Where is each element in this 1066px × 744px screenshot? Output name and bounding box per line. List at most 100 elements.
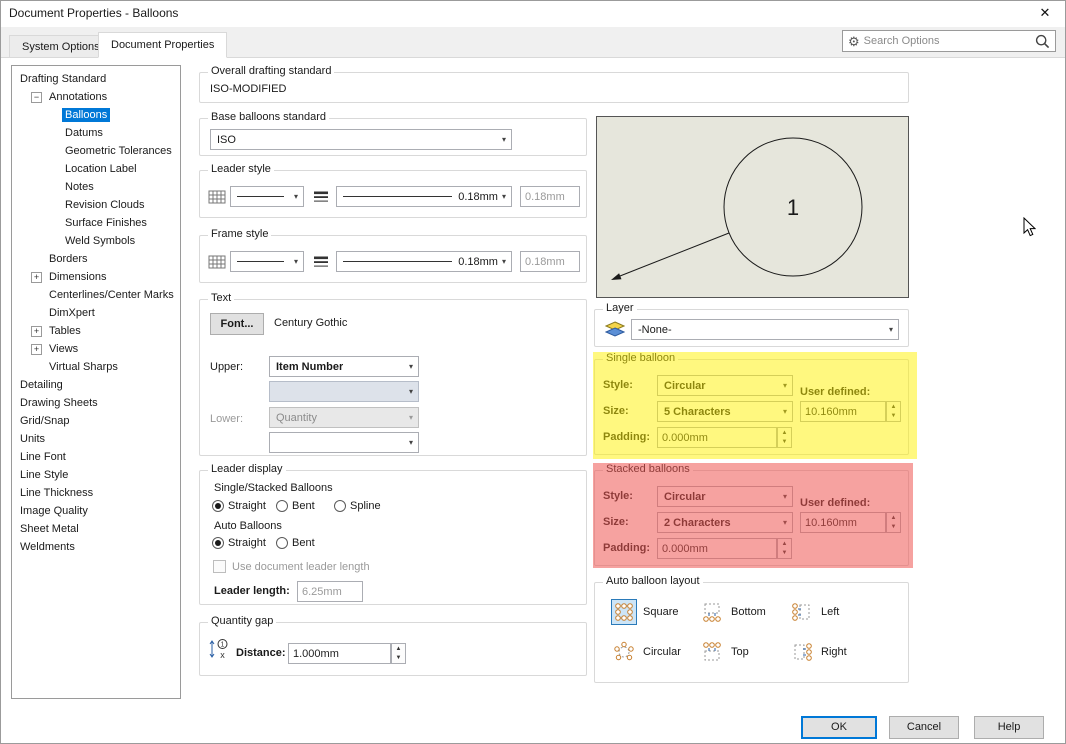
tree-item-line-style[interactable]: Line Style: [12, 466, 180, 484]
style-label: Style:: [603, 379, 633, 391]
tree-label: Tables: [46, 324, 84, 338]
tree-item-line-thickness[interactable]: Line Thickness: [12, 484, 180, 502]
tree-item-annotations[interactable]: −Annotations: [12, 88, 180, 106]
tab-document-properties[interactable]: Document Properties: [98, 32, 227, 58]
stacked-style-select[interactable]: Circular ▾: [657, 486, 793, 507]
search-input[interactable]: [864, 35, 1031, 47]
auto-layout-square-button[interactable]: Square: [611, 599, 678, 625]
single-bent-radio[interactable]: Bent: [276, 500, 315, 512]
single-spline-radio[interactable]: Spline: [334, 500, 381, 512]
tree-item-location-label[interactable]: Location Label: [12, 160, 180, 178]
distance-input[interactable]: [288, 643, 391, 664]
auto-layout-right-button[interactable]: Right: [789, 639, 847, 665]
stacked-user-defined-input[interactable]: [800, 512, 886, 533]
spinner-up-icon[interactable]: ▲: [887, 513, 900, 523]
tree-item-centerlines-center-marks[interactable]: Centerlines/Center Marks: [12, 286, 180, 304]
single-user-defined-input[interactable]: [800, 401, 886, 422]
spinner-up-icon[interactable]: ▲: [392, 644, 405, 654]
frame-line-style-select[interactable]: ▾: [230, 251, 304, 272]
auto-layout-bottom-button[interactable]: Bottom: [699, 599, 766, 625]
cancel-button[interactable]: Cancel: [889, 716, 959, 739]
single-padding-input[interactable]: [657, 427, 777, 448]
tree-item-drawing-sheets[interactable]: Drawing Sheets: [12, 394, 180, 412]
close-icon[interactable]: ✕: [1029, 1, 1061, 25]
radio-label: Bent: [292, 500, 315, 512]
selected-value: Circular: [664, 380, 706, 392]
distance-spinner[interactable]: ▲▼: [391, 643, 406, 664]
lower-secondary-select[interactable]: ▾: [269, 432, 419, 453]
distance-label: Distance:: [236, 647, 286, 659]
tree-item-surface-finishes[interactable]: Surface Finishes: [12, 214, 180, 232]
tree-item-units[interactable]: Units: [12, 430, 180, 448]
help-button[interactable]: Help: [974, 716, 1044, 739]
tree-item-borders[interactable]: Borders: [12, 250, 180, 268]
font-name: Century Gothic: [274, 317, 347, 329]
tree-item-dimxpert[interactable]: DimXpert: [12, 304, 180, 322]
use-document-leader-length-checkbox[interactable]: [213, 560, 226, 573]
spinner-down-icon[interactable]: ▼: [887, 412, 900, 422]
tree-item-grid-snap[interactable]: Grid/Snap: [12, 412, 180, 430]
tree-item-views[interactable]: +Views: [12, 340, 180, 358]
spinner-down-icon[interactable]: ▼: [778, 438, 791, 448]
tree-item-image-quality[interactable]: Image Quality: [12, 502, 180, 520]
top-layout-icon: [699, 639, 725, 665]
tree-item-tables[interactable]: + Tables: [12, 322, 180, 340]
plus-expander-icon[interactable]: +: [31, 326, 42, 337]
single-straight-radio[interactable]: Straight: [212, 500, 266, 512]
tree-item-notes[interactable]: Notes: [12, 178, 180, 196]
ok-button[interactable]: OK: [801, 716, 877, 739]
single-size-select[interactable]: 5 Characters ▾: [657, 401, 793, 422]
chevron-down-icon: ▾: [290, 257, 298, 266]
frame-line-weight-select[interactable]: 0.18mm ▾: [336, 251, 512, 272]
leader-custom-weight-input[interactable]: [520, 186, 580, 207]
upper-text-select[interactable]: Item Number ▾: [269, 356, 419, 377]
tree-item-datums[interactable]: Datums: [12, 124, 180, 142]
leader-length-input[interactable]: [297, 581, 363, 602]
tree-item-geometric-tolerances[interactable]: Geometric Tolerances: [12, 142, 180, 160]
spinner-down-icon[interactable]: ▼: [778, 549, 791, 559]
tree-item-weldments[interactable]: Weldments: [12, 538, 180, 556]
stacked-padding-spinner[interactable]: ▲▼: [777, 538, 792, 559]
spinner-up-icon[interactable]: ▲: [887, 402, 900, 412]
layer-icon: [605, 321, 625, 337]
tree-item-weld-symbols[interactable]: Weld Symbols: [12, 232, 180, 250]
tree-item-detailing[interactable]: Detailing: [12, 376, 180, 394]
chevron-down-icon: ▾: [498, 192, 506, 201]
spinner-up-icon[interactable]: ▲: [778, 539, 791, 549]
minus-expander-icon[interactable]: −: [31, 92, 42, 103]
spinner-up-icon[interactable]: ▲: [778, 428, 791, 438]
auto-layout-left-button[interactable]: Left: [789, 599, 839, 625]
tree-label: Datums: [62, 126, 106, 140]
tree-item-line-font[interactable]: Line Font: [12, 448, 180, 466]
spinner-down-icon[interactable]: ▼: [887, 523, 900, 533]
stacked-padding-input[interactable]: [657, 538, 777, 559]
line-style-icon: [208, 254, 226, 270]
gear-icon[interactable]: ⚙: [848, 35, 860, 48]
auto-layout-top-button[interactable]: Top: [699, 639, 749, 665]
frame-custom-weight-input[interactable]: [520, 251, 580, 272]
leader-line-style-select[interactable]: ▾: [230, 186, 304, 207]
single-style-select[interactable]: Circular ▾: [657, 375, 793, 396]
use-document-leader-length-label: Use document leader length: [232, 561, 370, 573]
font-button[interactable]: Font...: [210, 313, 264, 335]
auto-straight-radio[interactable]: Straight: [212, 537, 266, 549]
tree-item-balloons[interactable]: Balloons: [12, 106, 180, 124]
single-user-defined-spinner[interactable]: ▲▼: [886, 401, 901, 422]
stacked-user-defined-spinner[interactable]: ▲▼: [886, 512, 901, 533]
plus-expander-icon[interactable]: +: [31, 344, 42, 355]
auto-bent-radio[interactable]: Bent: [276, 537, 315, 549]
single-padding-spinner[interactable]: ▲▼: [777, 427, 792, 448]
layer-select[interactable]: -None- ▾: [631, 319, 899, 340]
tree-item-revision-clouds[interactable]: Revision Clouds: [12, 196, 180, 214]
base-standard-select[interactable]: ISO ▾: [210, 129, 512, 150]
tree-item-virtual-sharps[interactable]: Virtual Sharps: [12, 358, 180, 376]
tree-item-sheet-metal[interactable]: Sheet Metal: [12, 520, 180, 538]
tree-item-dimensions[interactable]: +Dimensions: [12, 268, 180, 286]
leader-line-weight-select[interactable]: 0.18mm ▾: [336, 186, 512, 207]
stacked-size-select[interactable]: 2 Characters ▾: [657, 512, 793, 533]
spinner-down-icon[interactable]: ▼: [392, 654, 405, 664]
plus-expander-icon[interactable]: +: [31, 272, 42, 283]
auto-layout-circular-button[interactable]: Circular: [611, 639, 681, 665]
tree-item-drafting-standard[interactable]: Drafting Standard: [12, 70, 180, 88]
search-icon[interactable]: [1035, 34, 1050, 49]
